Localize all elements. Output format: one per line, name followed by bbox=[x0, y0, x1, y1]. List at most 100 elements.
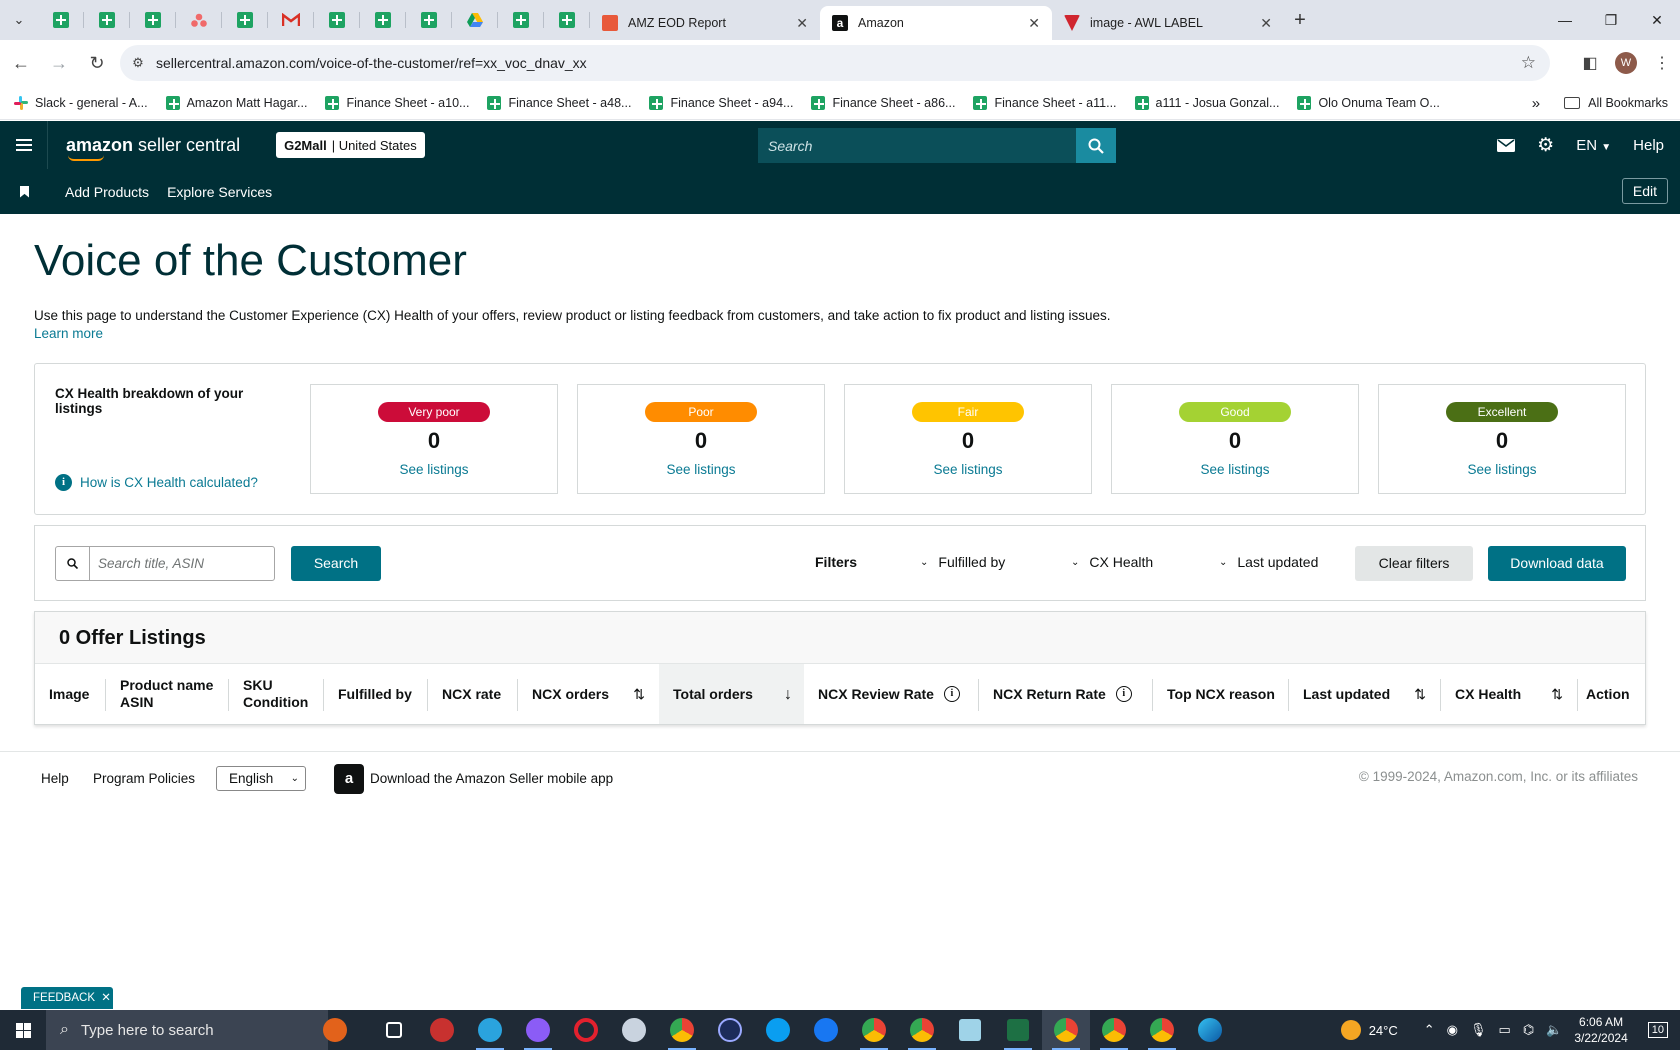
col-ncx-orders[interactable]: NCX orders ⇅ bbox=[532, 664, 657, 724]
close-tab-icon[interactable]: ✕ bbox=[1260, 15, 1272, 32]
cx-health-dropdown[interactable]: ⌄ CX Health bbox=[1071, 554, 1153, 570]
reload-icon[interactable]: ↻ bbox=[80, 46, 114, 80]
amazon-app-icon[interactable]: a bbox=[334, 764, 364, 794]
settings-gear-icon[interactable]: ⚙ bbox=[1537, 134, 1554, 157]
minimize-icon[interactable]: — bbox=[1542, 0, 1588, 40]
site-settings-icon[interactable]: ⚙ bbox=[120, 55, 156, 71]
program-policies-link[interactable]: Program Policies bbox=[93, 771, 195, 786]
see-listings-link[interactable]: See listings bbox=[1379, 462, 1625, 477]
see-listings-link[interactable]: See listings bbox=[311, 462, 557, 477]
pinned-tab-sheets[interactable] bbox=[360, 0, 406, 40]
mail-icon[interactable] bbox=[1497, 138, 1516, 152]
sort-icon[interactable]: ⇅ bbox=[633, 686, 645, 703]
app-icon-red[interactable] bbox=[418, 1010, 466, 1050]
taskbar-search-input[interactable]: ⌕ Type here to search bbox=[46, 1010, 328, 1050]
basketball-widget-icon[interactable] bbox=[300, 1010, 370, 1050]
learn-more-link[interactable]: Learn more bbox=[34, 326, 103, 341]
edge-icon[interactable] bbox=[1186, 1010, 1234, 1050]
col-total-orders[interactable]: Total orders ↓ bbox=[659, 664, 804, 724]
task-view-icon[interactable] bbox=[370, 1010, 418, 1050]
bookmark-item[interactable]: Amazon Matt Hagar... bbox=[162, 95, 312, 110]
tab-amazon[interactable]: a Amazon ✕ bbox=[820, 6, 1052, 40]
see-listings-link[interactable]: See listings bbox=[845, 462, 1091, 477]
help-link[interactable]: Help bbox=[1633, 137, 1664, 154]
bookmark-item[interactable]: Finance Sheet - a10... bbox=[321, 95, 473, 110]
hamburger-menu-icon[interactable] bbox=[0, 121, 48, 169]
bookmark-item[interactable]: Finance Sheet - a94... bbox=[645, 95, 797, 110]
amazon-seller-central-logo[interactable]: amazon seller central bbox=[66, 135, 240, 161]
pinned-tab-sheets[interactable] bbox=[222, 0, 268, 40]
explore-services-link[interactable]: Explore Services bbox=[167, 184, 272, 200]
restore-icon[interactable]: ❐ bbox=[1588, 0, 1634, 40]
side-panel-icon[interactable]: ◧ bbox=[1572, 53, 1608, 73]
chrome-profile-icon[interactable] bbox=[1138, 1010, 1186, 1050]
bookmark-item[interactable]: Olo Onuma Team O... bbox=[1293, 95, 1443, 110]
chrome-profile-icon[interactable] bbox=[898, 1010, 946, 1050]
app-icon-cloud[interactable] bbox=[610, 1010, 658, 1050]
clear-filters-button[interactable]: Clear filters bbox=[1355, 546, 1473, 581]
pinned-tab-gmail[interactable] bbox=[268, 0, 314, 40]
weather-icon[interactable] bbox=[1340, 1020, 1361, 1040]
sort-icon[interactable]: ⇅ bbox=[1414, 686, 1426, 703]
more-bookmarks-icon[interactable]: » bbox=[1532, 95, 1540, 112]
browser-menu-icon[interactable]: ⋮ bbox=[1644, 53, 1680, 73]
clock[interactable]: 6:06 AM 3/22/2024 bbox=[1574, 1014, 1627, 1046]
info-icon[interactable]: i bbox=[943, 686, 960, 702]
display-icon[interactable]: ▭ bbox=[1499, 1022, 1511, 1038]
bookmark-star-icon[interactable]: ☆ bbox=[1521, 53, 1536, 73]
profile-avatar[interactable]: W bbox=[1615, 52, 1637, 74]
notes-app-icon[interactable] bbox=[946, 1010, 994, 1050]
windows-start-icon[interactable] bbox=[0, 1010, 46, 1050]
pinned-tab-sheets[interactable] bbox=[544, 0, 590, 40]
global-search-button[interactable] bbox=[1076, 128, 1116, 163]
back-arrow-icon[interactable]: ← bbox=[4, 46, 38, 80]
microphone-icon[interactable]: 🎙 bbox=[1470, 1022, 1487, 1038]
close-feedback-icon[interactable]: ✕ bbox=[101, 992, 111, 1004]
download-app-link[interactable]: Download the Amazon Seller mobile app bbox=[370, 771, 613, 786]
new-tab-button[interactable]: + bbox=[1284, 9, 1316, 32]
listing-search-input[interactable]: Search title, ASIN bbox=[55, 546, 275, 581]
tab-amz-eod-report[interactable]: AMZ EOD Report ✕ bbox=[590, 6, 820, 40]
all-bookmarks-link[interactable]: All Bookmarks bbox=[1588, 96, 1668, 110]
pinned-tab-sheets[interactable] bbox=[314, 0, 360, 40]
close-tab-icon[interactable]: ✕ bbox=[1028, 15, 1040, 32]
chrome-profile-icon[interactable] bbox=[1090, 1010, 1138, 1050]
clock-app-icon[interactable] bbox=[706, 1010, 754, 1050]
excel-icon[interactable] bbox=[994, 1010, 1042, 1050]
chrome-profile-icon[interactable] bbox=[1042, 1010, 1090, 1050]
bookmark-icon[interactable] bbox=[20, 185, 29, 198]
messenger-icon[interactable] bbox=[514, 1010, 562, 1050]
footer-language-select[interactable]: English ⌄ bbox=[216, 766, 306, 791]
sort-icon[interactable]: ⇅ bbox=[1551, 686, 1563, 703]
record-icon[interactable]: ◉ bbox=[1447, 1022, 1458, 1038]
global-search-input[interactable]: Search bbox=[758, 128, 1116, 163]
bookmark-item[interactable]: a111 - Josua Gonzal... bbox=[1131, 95, 1284, 110]
bookmark-item[interactable]: Finance Sheet - a48... bbox=[483, 95, 635, 110]
info-icon[interactable]: i bbox=[1115, 686, 1132, 702]
close-window-icon[interactable]: ✕ bbox=[1634, 0, 1680, 40]
notifications-icon[interactable]: 10 bbox=[1647, 1022, 1668, 1038]
chrome-icon[interactable] bbox=[658, 1010, 706, 1050]
search-button[interactable]: Search bbox=[291, 546, 381, 581]
store-selector[interactable]: G2Mall | United States bbox=[276, 132, 425, 158]
bookmark-item[interactable]: Slack - general - A... bbox=[10, 95, 152, 110]
bookmark-item[interactable]: Finance Sheet - a86... bbox=[807, 95, 959, 110]
see-listings-link[interactable]: See listings bbox=[1112, 462, 1358, 477]
download-data-button[interactable]: Download data bbox=[1488, 546, 1626, 581]
chrome-profile-icon[interactable] bbox=[850, 1010, 898, 1050]
address-bar[interactable]: ⚙ sellercentral.amazon.com/voice-of-the-… bbox=[120, 45, 1550, 81]
close-tab-icon[interactable]: ✕ bbox=[796, 15, 808, 32]
footer-help-link[interactable]: Help bbox=[41, 771, 69, 786]
opera-icon[interactable] bbox=[562, 1010, 610, 1050]
tray-chevron-icon[interactable]: ⌃ bbox=[1424, 1022, 1435, 1038]
pinned-tab-drive[interactable] bbox=[452, 0, 498, 40]
tab-search-chevron-icon[interactable]: ⌄ bbox=[0, 0, 38, 40]
edit-button[interactable]: Edit bbox=[1621, 178, 1668, 204]
pinned-tab-sheets[interactable] bbox=[38, 0, 84, 40]
tab-image-awl-label[interactable]: image - AWL LABEL ✕ bbox=[1052, 6, 1284, 40]
volume-icon[interactable]: 🔈 bbox=[1546, 1022, 1562, 1038]
facebook-icon[interactable] bbox=[802, 1010, 850, 1050]
language-selector[interactable]: EN ▼ bbox=[1576, 137, 1611, 154]
cx-health-help-link[interactable]: i How is CX Health calculated? bbox=[55, 474, 258, 491]
see-listings-link[interactable]: See listings bbox=[578, 462, 824, 477]
